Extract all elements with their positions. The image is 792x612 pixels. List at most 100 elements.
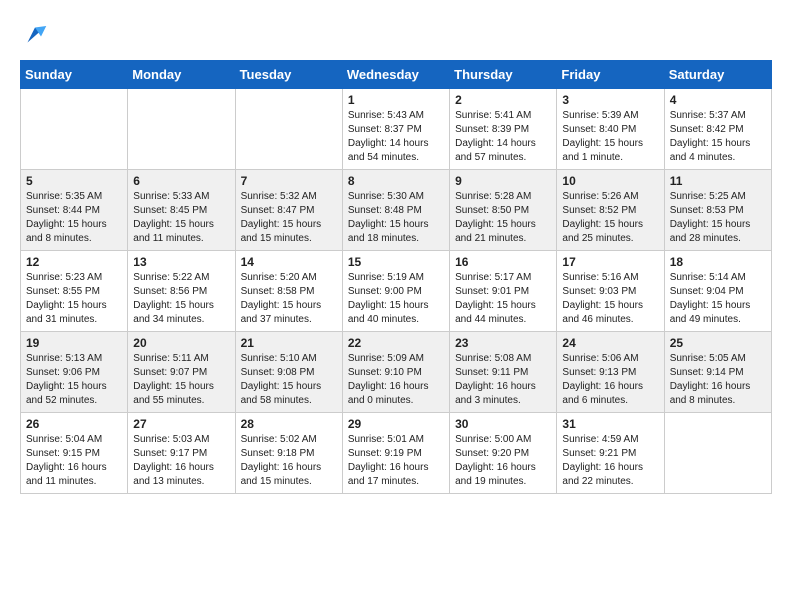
day-info: Sunrise: 5:03 AM Sunset: 9:17 PM Dayligh… — [133, 433, 229, 489]
day-info: Sunrise: 5:39 AM Sunset: 8:40 PM Dayligh… — [562, 109, 658, 165]
calendar-cell — [128, 89, 235, 170]
logo — [20, 20, 54, 50]
calendar-day-header: Tuesday — [235, 61, 342, 89]
calendar-cell: 25 Sunrise: 5:05 AM Sunset: 9:14 PM Dayli… — [664, 332, 771, 413]
day-info: Sunrise: 5:00 AM Sunset: 9:20 PM Dayligh… — [455, 433, 551, 489]
calendar-cell: 3 Sunrise: 5:39 AM Sunset: 8:40 PM Daylig… — [557, 89, 664, 170]
calendar-cell — [664, 413, 771, 494]
day-number: 3 — [562, 93, 658, 107]
day-info: Sunrise: 5:06 AM Sunset: 9:13 PM Dayligh… — [562, 352, 658, 408]
calendar-cell: 11Sunrise: 5:25 AM Sunset: 8:53 PM Dayli… — [664, 170, 771, 251]
day-info: Sunrise: 5:14 AM Sunset: 9:04 PM Dayligh… — [670, 271, 766, 327]
day-number: 6 — [133, 174, 229, 188]
calendar-table: SundayMondayTuesdayWednesdayThursdayFrid… — [20, 60, 772, 494]
calendar-cell: 26 Sunrise: 5:04 AM Sunset: 9:15 PM Dayli… — [21, 413, 128, 494]
day-number: 1 — [348, 93, 444, 107]
day-number: 7 — [241, 174, 337, 188]
calendar-cell: 23 Sunrise: 5:08 AM Sunset: 9:11 PM Dayli… — [450, 332, 557, 413]
day-number: 23 — [455, 336, 551, 350]
day-number: 25 — [670, 336, 766, 350]
day-info: Sunrise: 5:37 AM Sunset: 8:42 PM Dayligh… — [670, 109, 766, 165]
day-number: 15 — [348, 255, 444, 269]
day-number: 29 — [348, 417, 444, 431]
day-info: Sunrise: 5:30 AM Sunset: 8:48 PM Dayligh… — [348, 190, 444, 246]
logo-icon — [20, 20, 50, 50]
calendar-day-header: Monday — [128, 61, 235, 89]
day-info: Sunrise: 5:08 AM Sunset: 9:11 PM Dayligh… — [455, 352, 551, 408]
day-info: Sunrise: 5:28 AM Sunset: 8:50 PM Dayligh… — [455, 190, 551, 246]
calendar-cell: 28 Sunrise: 5:02 AM Sunset: 9:18 PM Dayli… — [235, 413, 342, 494]
calendar-cell: 18 Sunrise: 5:14 AM Sunset: 9:04 PM Dayli… — [664, 251, 771, 332]
day-number: 28 — [241, 417, 337, 431]
calendar-cell: 16 Sunrise: 5:17 AM Sunset: 9:01 PM Dayli… — [450, 251, 557, 332]
calendar-cell: 30 Sunrise: 5:00 AM Sunset: 9:20 PM Dayli… — [450, 413, 557, 494]
calendar-cell: 13Sunrise: 5:22 AM Sunset: 8:56 PM Dayli… — [128, 251, 235, 332]
calendar-cell: 24 Sunrise: 5:06 AM Sunset: 9:13 PM Dayli… — [557, 332, 664, 413]
day-number: 26 — [26, 417, 122, 431]
calendar-cell: 22 Sunrise: 5:09 AM Sunset: 9:10 PM Dayli… — [342, 332, 449, 413]
calendar-cell: 5Sunrise: 5:35 AM Sunset: 8:44 PM Daylig… — [21, 170, 128, 251]
page-header — [20, 20, 772, 50]
calendar-day-header: Thursday — [450, 61, 557, 89]
calendar-week-row: 5Sunrise: 5:35 AM Sunset: 8:44 PM Daylig… — [21, 170, 772, 251]
day-info: Sunrise: 4:59 AM Sunset: 9:21 PM Dayligh… — [562, 433, 658, 489]
day-info: Sunrise: 5:13 AM Sunset: 9:06 PM Dayligh… — [26, 352, 122, 408]
day-info: Sunrise: 5:17 AM Sunset: 9:01 PM Dayligh… — [455, 271, 551, 327]
day-number: 22 — [348, 336, 444, 350]
calendar-header-row: SundayMondayTuesdayWednesdayThursdayFrid… — [21, 61, 772, 89]
day-number: 18 — [670, 255, 766, 269]
day-number: 19 — [26, 336, 122, 350]
calendar-week-row: 12Sunrise: 5:23 AM Sunset: 8:55 PM Dayli… — [21, 251, 772, 332]
day-info: Sunrise: 5:25 AM Sunset: 8:53 PM Dayligh… — [670, 190, 766, 246]
calendar-cell: 1Sunrise: 5:43 AM Sunset: 8:37 PM Daylig… — [342, 89, 449, 170]
calendar-cell: 4 Sunrise: 5:37 AM Sunset: 8:42 PM Daylig… — [664, 89, 771, 170]
day-number: 13 — [133, 255, 229, 269]
day-info: Sunrise: 5:02 AM Sunset: 9:18 PM Dayligh… — [241, 433, 337, 489]
day-number: 8 — [348, 174, 444, 188]
day-number: 20 — [133, 336, 229, 350]
day-number: 12 — [26, 255, 122, 269]
calendar-cell: 27 Sunrise: 5:03 AM Sunset: 9:17 PM Dayli… — [128, 413, 235, 494]
calendar-cell: 8 Sunrise: 5:30 AM Sunset: 8:48 PM Daylig… — [342, 170, 449, 251]
day-info: Sunrise: 5:19 AM Sunset: 9:00 PM Dayligh… — [348, 271, 444, 327]
calendar-cell: 29 Sunrise: 5:01 AM Sunset: 9:19 PM Dayli… — [342, 413, 449, 494]
day-info: Sunrise: 5:20 AM Sunset: 8:58 PM Dayligh… — [241, 271, 337, 327]
day-number: 31 — [562, 417, 658, 431]
calendar-week-row: 19 Sunrise: 5:13 AM Sunset: 9:06 PM Dayli… — [21, 332, 772, 413]
day-number: 21 — [241, 336, 337, 350]
day-info: Sunrise: 5:16 AM Sunset: 9:03 PM Dayligh… — [562, 271, 658, 327]
day-number: 9 — [455, 174, 551, 188]
day-info: Sunrise: 5:04 AM Sunset: 9:15 PM Dayligh… — [26, 433, 122, 489]
day-number: 10 — [562, 174, 658, 188]
day-number: 4 — [670, 93, 766, 107]
day-info: Sunrise: 5:09 AM Sunset: 9:10 PM Dayligh… — [348, 352, 444, 408]
day-info: Sunrise: 5:35 AM Sunset: 8:44 PM Dayligh… — [26, 190, 122, 246]
day-info: Sunrise: 5:32 AM Sunset: 8:47 PM Dayligh… — [241, 190, 337, 246]
day-info: Sunrise: 5:05 AM Sunset: 9:14 PM Dayligh… — [670, 352, 766, 408]
calendar-cell: 17 Sunrise: 5:16 AM Sunset: 9:03 PM Dayli… — [557, 251, 664, 332]
day-info: Sunrise: 5:01 AM Sunset: 9:19 PM Dayligh… — [348, 433, 444, 489]
calendar-day-header: Wednesday — [342, 61, 449, 89]
day-number: 16 — [455, 255, 551, 269]
calendar-cell: 12Sunrise: 5:23 AM Sunset: 8:55 PM Dayli… — [21, 251, 128, 332]
calendar-cell: 20 Sunrise: 5:11 AM Sunset: 9:07 PM Dayli… — [128, 332, 235, 413]
calendar-cell: 10 Sunrise: 5:26 AM Sunset: 8:52 PM Dayli… — [557, 170, 664, 251]
day-number: 27 — [133, 417, 229, 431]
calendar-day-header: Sunday — [21, 61, 128, 89]
day-number: 14 — [241, 255, 337, 269]
day-number: 30 — [455, 417, 551, 431]
calendar-cell: 14 Sunrise: 5:20 AM Sunset: 8:58 PM Dayli… — [235, 251, 342, 332]
day-info: Sunrise: 5:33 AM Sunset: 8:45 PM Dayligh… — [133, 190, 229, 246]
calendar-cell: 31 Sunrise: 4:59 AM Sunset: 9:21 PM Dayli… — [557, 413, 664, 494]
calendar-cell: 19 Sunrise: 5:13 AM Sunset: 9:06 PM Dayli… — [21, 332, 128, 413]
day-number: 2 — [455, 93, 551, 107]
day-info: Sunrise: 5:26 AM Sunset: 8:52 PM Dayligh… — [562, 190, 658, 246]
day-info: Sunrise: 5:11 AM Sunset: 9:07 PM Dayligh… — [133, 352, 229, 408]
day-info: Sunrise: 5:10 AM Sunset: 9:08 PM Dayligh… — [241, 352, 337, 408]
calendar-cell: 7 Sunrise: 5:32 AM Sunset: 8:47 PM Daylig… — [235, 170, 342, 251]
calendar-day-header: Friday — [557, 61, 664, 89]
day-number: 24 — [562, 336, 658, 350]
calendar-cell: 2Sunrise: 5:41 AM Sunset: 8:39 PM Daylig… — [450, 89, 557, 170]
day-number: 17 — [562, 255, 658, 269]
calendar-cell — [21, 89, 128, 170]
